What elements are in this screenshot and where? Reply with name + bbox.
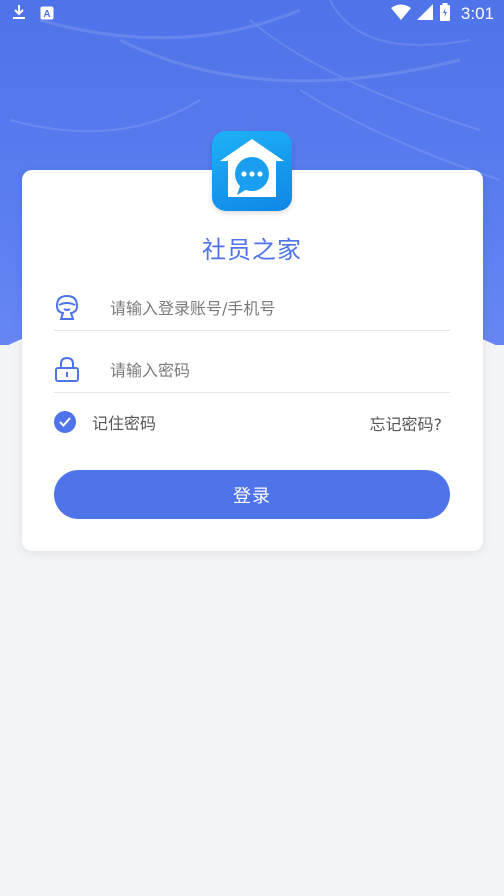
- download-icon: [12, 4, 26, 24]
- a-badge-icon: A: [40, 5, 54, 24]
- wifi-icon: [390, 4, 411, 24]
- signal-icon: [416, 4, 433, 24]
- remember-password-toggle[interactable]: 记住密码: [54, 410, 156, 434]
- app-logo: [212, 131, 292, 211]
- checkbox-checked-icon[interactable]: [54, 411, 76, 433]
- login-button[interactable]: 登录: [54, 470, 450, 519]
- remember-password-label: 记住密码: [92, 414, 157, 433]
- account-field: [54, 287, 450, 331]
- status-bar: A 3:01: [0, 0, 504, 26]
- status-time: 3:01: [460, 4, 494, 23]
- svg-text:A: A: [43, 9, 50, 20]
- battery-icon: [439, 3, 451, 25]
- password-field: [54, 349, 450, 393]
- chat-home-logo-icon: [220, 139, 284, 197]
- forgot-password-link[interactable]: 忘记密码?: [370, 411, 443, 435]
- lock-icon: [54, 355, 80, 383]
- user-icon: [54, 293, 80, 321]
- password-input[interactable]: [110, 357, 440, 383]
- app-title: 社员之家: [202, 236, 302, 264]
- account-input[interactable]: [110, 295, 440, 321]
